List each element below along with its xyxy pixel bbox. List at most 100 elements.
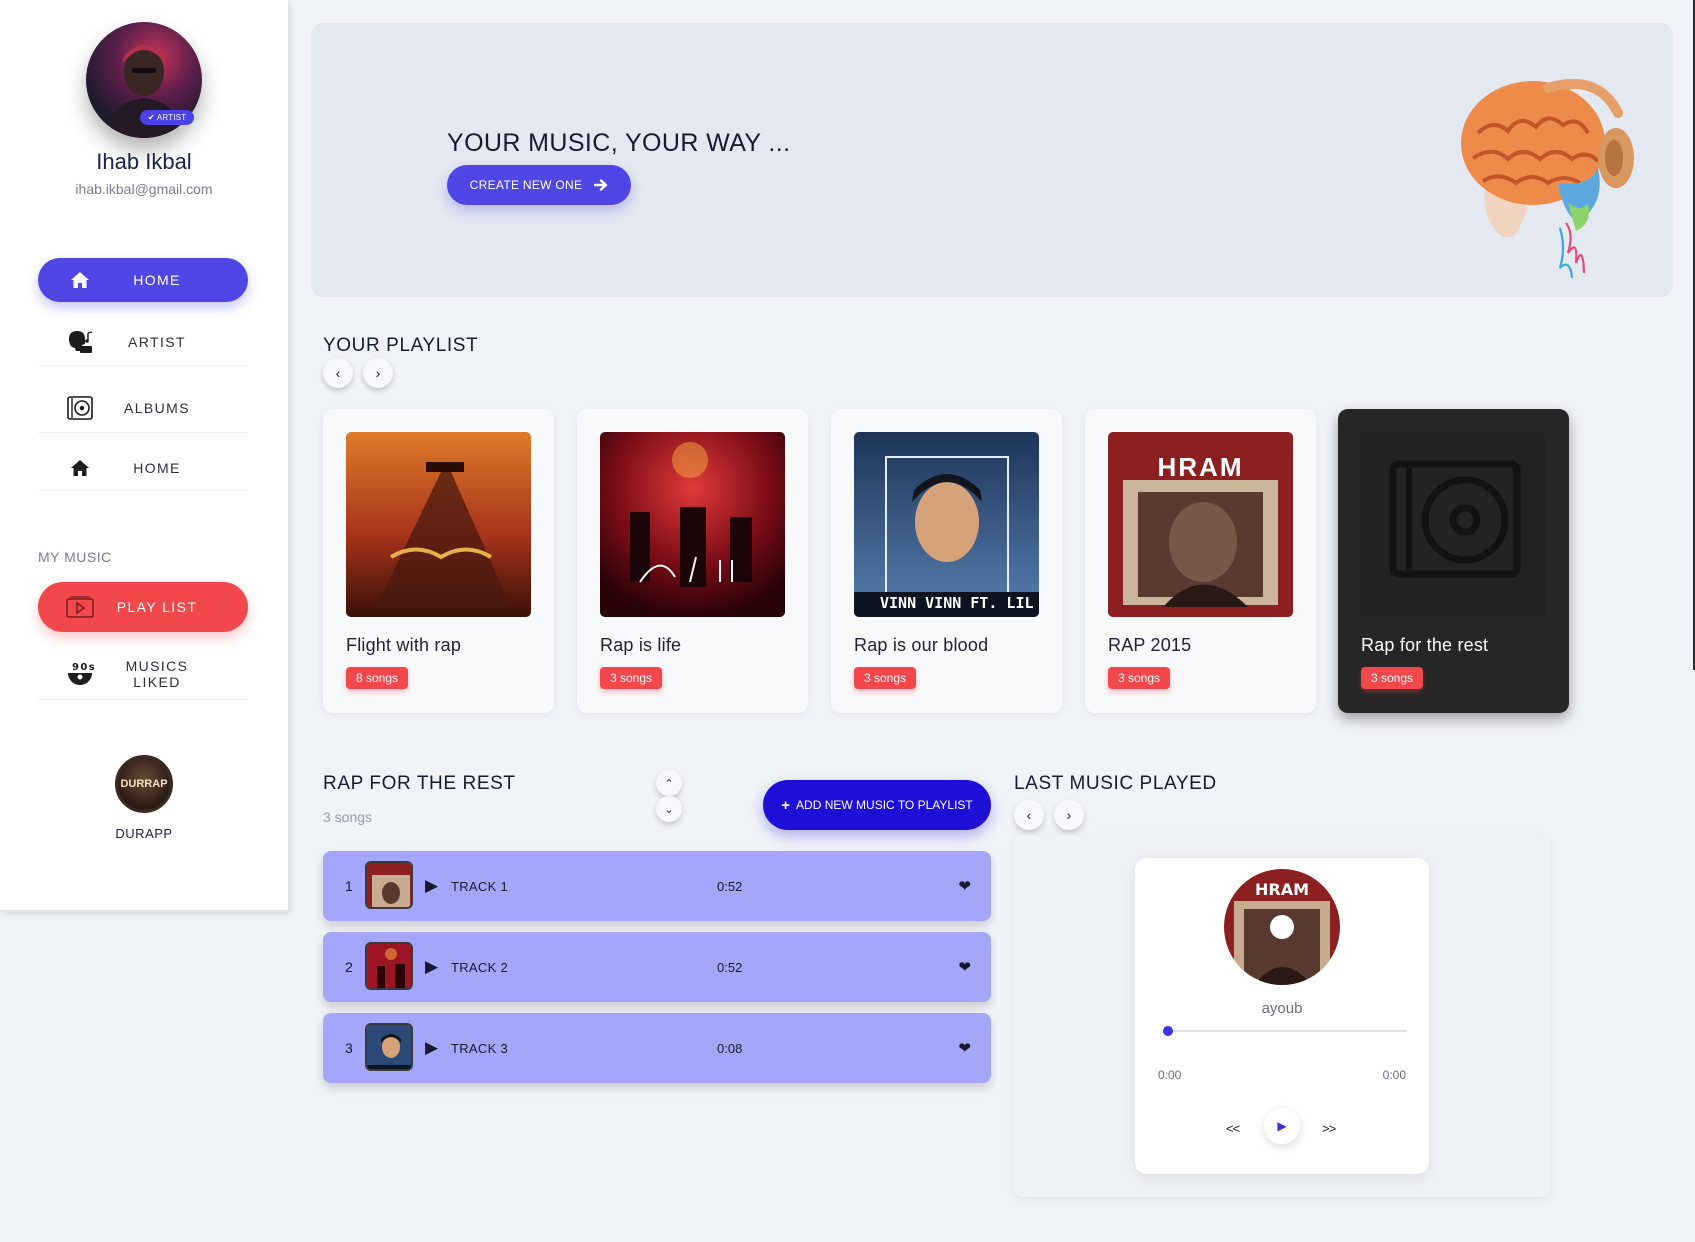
chevron-left-icon: ‹ (1026, 807, 1032, 823)
track-row[interactable]: 1 ▶ TRACK 1 0:52 ❤ (323, 851, 991, 921)
play-icon: ▶ (1277, 1119, 1287, 1133)
artist-badge: ✔ ARTIST (140, 110, 195, 125)
nav-item-home[interactable]: HOME (38, 258, 248, 302)
nav-item-musics-liked[interactable]: 90s MUSICS LIKED (38, 648, 248, 700)
playlist-card-title: RAP 2015 (1108, 635, 1192, 655)
playlist-card[interactable]: HRAM RAP 2015 3 songs (1085, 409, 1316, 713)
songs-count-badge: 3 songs (1108, 667, 1171, 689)
chevron-up-icon: ⌃ (664, 777, 674, 790)
songs-count-badge: 3 songs (1361, 667, 1424, 689)
last-played-title: LAST MUSIC PLAYED (1014, 773, 1217, 794)
tracklist-count: 3 songs (323, 809, 373, 825)
durapp-logo[interactable]: DURRAP (115, 755, 173, 813)
scroll-up-button[interactable]: ⌃ (656, 770, 682, 796)
last-played-next-button[interactable]: › (1054, 800, 1084, 830)
cover-caption: VINN VINN FT. LIL EYTCH (880, 594, 1039, 612)
next-button[interactable]: >> (1322, 1121, 1336, 1136)
last-played-prev-button[interactable]: ‹ (1014, 800, 1044, 830)
playlist-card-title: Flight with rap (346, 635, 462, 655)
track-name: TRACK 3 (451, 1040, 509, 1056)
track-thumbnail (365, 942, 413, 990)
nav-item-label: HOME (133, 272, 181, 288)
album-cover (346, 432, 531, 617)
progress-slider[interactable] (1163, 1026, 1407, 1036)
add-music-button[interactable]: + ADD NEW MUSIC TO PLAYLIST (763, 780, 991, 830)
user-email: ihab.ikbal@gmail.com (75, 181, 213, 197)
songs-count-badge: 8 songs (346, 667, 409, 689)
heart-icon[interactable]: ❤ (958, 877, 971, 895)
track-duration: 0:52 (717, 959, 743, 975)
album-icon (60, 395, 100, 420)
play-icon[interactable]: ▶ (425, 876, 438, 896)
music-player-card: HRAM ayoub 0:00 0:00 << ▶ >> (1135, 858, 1429, 1174)
nav-item-home-2[interactable]: HOME (38, 445, 248, 491)
heart-icon[interactable]: ❤ (958, 958, 971, 976)
playlist-card[interactable]: Flight with rap 8 songs (323, 409, 554, 713)
arrow-right-icon (594, 179, 608, 191)
track-number: 3 (345, 1040, 353, 1056)
home-icon (60, 459, 100, 477)
section-title-your-playlist: YOUR PLAYLIST (323, 335, 479, 356)
vinyl-90s-icon: 90s (60, 659, 100, 689)
track-thumbnail (365, 1023, 413, 1071)
playlist-card[interactable]: Rap is life 3 songs (577, 409, 808, 713)
nav-item-label: HOME (133, 459, 181, 476)
brain-headphones-icon (1448, 63, 1638, 293)
svg-text:90s: 90s (72, 662, 95, 673)
album-cover (600, 432, 785, 617)
avatar[interactable]: ✔ ARTIST (86, 22, 202, 138)
plus-icon: + (781, 796, 791, 814)
track-name: TRACK 2 (451, 959, 509, 975)
nav-item-playlist[interactable]: PLAY LIST (38, 582, 248, 632)
playlist-icon (60, 596, 100, 618)
track-number: 1 (345, 878, 353, 894)
time-current: 0:00 (1158, 1068, 1182, 1082)
user-name: Ihab Ikbal (96, 149, 192, 174)
hero-banner: YOUR MUSIC, YOUR WAY ... CREATE NEW ONE (311, 23, 1673, 297)
track-name: TRACK 1 (451, 878, 509, 894)
nav-item-label: ALBUMS (124, 399, 190, 416)
nav-item-label: ARTIST (128, 333, 186, 350)
durapp-label: DURAPP (115, 826, 173, 841)
playlist-prev-button[interactable]: ‹ (323, 358, 353, 388)
create-new-button[interactable]: CREATE NEW ONE (447, 165, 631, 205)
nav-item-albums[interactable]: ALBUMS (38, 383, 248, 433)
playlist-card-selected[interactable]: Rap for the rest 3 songs (1338, 409, 1569, 713)
track-row[interactable]: 2 ▶ TRACK 2 0:52 ❤ (323, 932, 991, 1002)
playlist-card-title: Rap is life (600, 635, 682, 655)
nav-item-label: PLAY LIST (116, 599, 198, 615)
chevron-left-icon: ‹ (335, 365, 341, 381)
sidebar: ✔ ARTIST Ihab Ikbal ihab.ikbal@gmail.com… (0, 0, 288, 912)
playlist-card-title: Rap is our blood (854, 635, 989, 655)
playlist-card-title: Rap for the rest (1361, 635, 1489, 655)
playlist-next-button[interactable]: › (363, 358, 393, 388)
tracklist-title: RAP FOR THE REST (323, 773, 516, 794)
track-thumbnail (365, 861, 413, 909)
play-icon[interactable]: ▶ (425, 957, 438, 977)
play-button[interactable]: ▶ (1264, 1108, 1300, 1144)
cover-caption: HRAM (1157, 452, 1244, 482)
section-label-my-music: MY MUSIC (38, 549, 112, 565)
player-artist-name: ayoub (1261, 1000, 1303, 1017)
durapp-logo-text: DURRAP (120, 778, 168, 790)
chevron-right-icon: › (375, 365, 381, 381)
track-row[interactable]: 3 ▶ TRACK 3 0:08 ❤ (323, 1013, 991, 1083)
banner-title: YOUR MUSIC, YOUR WAY ... (447, 129, 791, 157)
play-icon[interactable]: ▶ (425, 1038, 438, 1058)
playlist-card[interactable]: VINN VINN FT. LIL EYTCH Rap is our blood… (831, 409, 1062, 713)
heart-icon[interactable]: ❤ (958, 1039, 971, 1057)
progress-knob[interactable] (1163, 1026, 1173, 1036)
album-placeholder-icon (1361, 432, 1546, 617)
track-number: 2 (345, 959, 353, 975)
create-new-label: CREATE NEW ONE (469, 178, 583, 192)
songs-count-badge: 3 songs (600, 667, 663, 689)
nav-item-artist[interactable]: ARTIST (38, 318, 248, 366)
nav-item-label: MUSICS LIKED (125, 657, 189, 690)
svg-text:HRAM: HRAM (1255, 880, 1309, 899)
previous-button[interactable]: << (1226, 1121, 1240, 1136)
scroll-down-button[interactable]: ⌄ (656, 796, 682, 822)
add-music-label: ADD NEW MUSIC TO PLAYLIST (796, 798, 973, 812)
time-total: 0:00 (1382, 1068, 1406, 1082)
last-played-panel: HRAM ayoub 0:00 0:00 << ▶ >> (1014, 835, 1550, 1197)
chevron-down-icon: ⌄ (664, 803, 674, 816)
